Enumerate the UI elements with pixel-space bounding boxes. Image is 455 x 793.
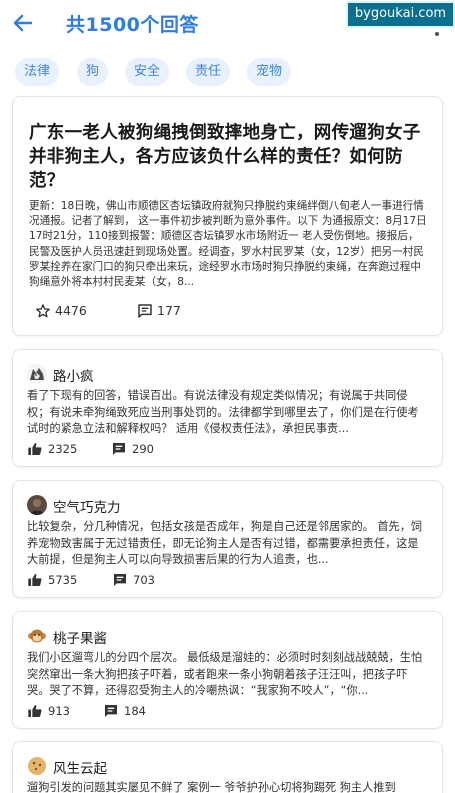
tag-law[interactable]: 法律 <box>15 58 60 86</box>
back-arrow-icon[interactable] <box>10 10 36 36</box>
top-app-bar: 共1500个回答 bygoukai.com <box>0 0 455 46</box>
answer-card[interactable]: 桃子果酱 我们小区遛弯儿的分四个层次。 最低级是溜娃的：必须时时刻刻战战兢兢，生… <box>12 611 443 729</box>
answer-excerpt: 我们小区遛弯儿的分四个层次。 最低级是溜娃的：必须时时刻刻战战兢兢，生怕突然窜出… <box>27 651 423 697</box>
thumbs-up-icon <box>28 574 42 586</box>
page-title: 共1500个回答 <box>66 14 199 36</box>
answer-card[interactable]: 路小疯 看了下现有的回答，错误百出。有说法律没有规定类似情况；有说属于共同侵权；… <box>12 349 443 467</box>
watermark-badge: bygoukai.com <box>346 1 455 28</box>
question-description: 更新：18日晚，佛山市顺德区杏坛镇政府就狗只挣脱约束绳绊倒八旬老人一事进行情况通… <box>29 200 427 289</box>
tag-pet[interactable]: 宠物 <box>247 58 292 86</box>
comment-icon <box>113 443 125 455</box>
tag-safety[interactable]: 安全 <box>125 58 170 86</box>
answer-card[interactable]: 空气巧克力 比较复杂，分几种情况，包括女孩是否成年，狗是自己还是邻居家的。 首先… <box>12 480 443 598</box>
tag-responsibility[interactable]: 责任 <box>186 58 231 86</box>
answer-excerpt: 比较复杂，分几种情况，包括女孩是否成年，狗是自己还是邻居家的。 首先，饲养宠物致… <box>27 520 423 566</box>
author-name: 桃子果酱 <box>53 631 107 647</box>
wolf-avatar <box>27 364 47 384</box>
answer-card[interactable]: 风生云起 遛狗引发的问题其实屡见不鲜了 案例一 爷爷护孙心切将狗踢死 狗主人推到 <box>12 741 443 793</box>
author-name: 路小疯 <box>53 369 94 385</box>
answer-excerpt: 看了下现有的回答，错误百出。有说法律没有规定类似情况；有说属于共同侵权；有说未牵… <box>27 389 419 435</box>
author-name: 风生云起 <box>53 761 107 777</box>
thumbs-up-icon <box>28 705 42 717</box>
photo-avatar <box>27 495 47 515</box>
cookie-avatar <box>27 756 47 776</box>
answer-excerpt: 遛狗引发的问题其实屡见不鲜了 案例一 爷爷护孙心切将狗踢死 狗主人推到 <box>27 781 396 793</box>
question-title: 广东一老人被狗绳拽倒致摔地身亡，网传遛狗女子并非狗主人，各方应该负什么样的责任？… <box>29 123 421 191</box>
author-name: 空气巧克力 <box>53 500 121 516</box>
monkey-avatar <box>27 626 47 646</box>
thumbs-up-icon <box>28 443 42 455</box>
comment-icon <box>105 705 117 717</box>
question-card[interactable]: 广东一老人被狗绳拽倒致摔地身亡，网传遛狗女子并非狗主人，各方应该负什么样的责任？… <box>12 96 443 336</box>
star-icon <box>36 304 50 318</box>
tag-dog[interactable]: 狗 <box>77 58 109 86</box>
comment-icon <box>138 304 152 318</box>
comment-icon <box>114 574 126 586</box>
